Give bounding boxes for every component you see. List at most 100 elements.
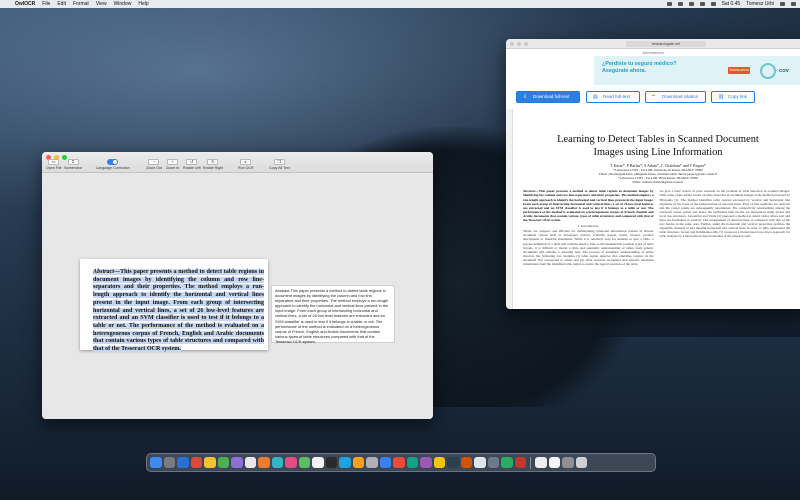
menu-window[interactable]: Window: [114, 1, 132, 7]
link-icon: ⛓: [718, 94, 725, 100]
dock-app-icon[interactable]: [501, 456, 513, 469]
dock-app-icon[interactable]: [535, 456, 547, 469]
copy-all-text-button[interactable]: ❐ Copy All Text: [269, 159, 290, 170]
user-name[interactable]: Tomesz Urbi: [746, 1, 774, 7]
address-bar[interactable]: researchgate.net: [626, 41, 706, 47]
wifi-status-icon[interactable]: [699, 2, 705, 6]
copy-link-button[interactable]: ⛓ Copy link: [711, 91, 755, 103]
paper-columns: Abstract—This paper presents a method to…: [518, 189, 798, 266]
dock-app-icon[interactable]: [244, 456, 256, 469]
zoom-in-button[interactable]: + Zoom In: [166, 159, 179, 170]
paper-title: Learning to Detect Tables in Scanned Doc…: [557, 134, 759, 158]
dock-app-icon[interactable]: [204, 456, 216, 469]
dock-app-icon[interactable]: [339, 456, 351, 469]
zoom-out-button[interactable]: − Zoom Out: [146, 159, 162, 170]
dock-app-icon[interactable]: [258, 456, 270, 469]
dock-app-icon[interactable]: [447, 456, 459, 469]
dock-app-icon[interactable]: [379, 456, 391, 469]
dock-app-icon[interactable]: [474, 456, 486, 469]
owlocr-content: Abstract—This paper presents a method to…: [42, 173, 433, 419]
dock-app-icon[interactable]: [514, 456, 526, 469]
menu-bar: OwlOCR File Edit Format View Window Help…: [0, 0, 800, 8]
dock-app-icon[interactable]: [231, 456, 243, 469]
zoom-out-icon: −: [148, 159, 160, 165]
browser-close-button[interactable]: [510, 41, 514, 46]
ad-headline: ¿Perdiste tu seguro médico? Asegúrate ah…: [602, 61, 677, 74]
rotate-right-button[interactable]: ↻ Rotate Right: [203, 159, 223, 170]
dock-app-icon[interactable]: [150, 456, 162, 469]
dock-app-icon[interactable]: [163, 456, 175, 469]
dock-app-icon[interactable]: [217, 456, 229, 469]
screenshot-button[interactable]: ⌗ Screenshot: [64, 159, 82, 170]
control-center-icon[interactable]: [791, 2, 796, 6]
browser-window: researchgate.net Advertisement ¿Perdiste…: [506, 39, 800, 309]
citation-icon: ❝: [652, 94, 655, 100]
download-icon: ⇩: [523, 94, 528, 100]
menu-view[interactable]: View: [96, 1, 107, 7]
browser-zoom-button[interactable]: [524, 41, 528, 46]
dock-app-icon[interactable]: [393, 456, 405, 469]
document-icon: ▤: [593, 94, 598, 100]
menu-format[interactable]: Format: [73, 1, 89, 7]
download-citation-button[interactable]: ❝ Download citation: [645, 91, 706, 103]
scanned-image-preview[interactable]: Abstract—This paper presents a method to…: [80, 259, 268, 353]
toggle-switch-icon: [107, 159, 119, 165]
download-full-text-button[interactable]: ⇩ Download full-text: [516, 91, 580, 103]
paper-related-work-text: we give a brief review of prior research…: [659, 189, 791, 239]
ocr-result-text[interactable]: Abstract-This paper presents a method to…: [271, 285, 395, 344]
bluetooth-status-icon[interactable]: [688, 2, 694, 6]
owlocr-toolbar: ▭ Open File ⌗ Screenshot Language Correc…: [42, 152, 433, 173]
dropbox-status-icon[interactable]: [677, 2, 683, 6]
read-full-text-button[interactable]: ▤ Read full-text: [586, 91, 640, 103]
menu-file[interactable]: File: [42, 1, 50, 7]
ad-cta-button[interactable]: Solicita ahora: [728, 67, 750, 74]
browser-minimize-button[interactable]: [517, 41, 521, 46]
run-ocr-button[interactable]: ▸ Run OCR: [238, 159, 254, 170]
dock-app-icon[interactable]: [575, 456, 587, 469]
dock-app-icon[interactable]: [487, 456, 499, 469]
zoom-in-icon: +: [167, 159, 179, 165]
paper-intro-text: Tables are compact and efficient for sum…: [523, 229, 654, 266]
paper-affiliation-4: Email: clement.chatelain@insa-rouen.fr: [632, 180, 684, 185]
dock-app-icon[interactable]: [460, 456, 472, 469]
dock: [146, 453, 656, 472]
ad-brand-text: COV: [779, 68, 789, 73]
dock-app-icon[interactable]: [285, 456, 297, 469]
rotate-left-icon: ↺: [186, 159, 198, 165]
open-file-button[interactable]: ▭ Open File: [46, 159, 62, 170]
dock-app-icon[interactable]: [312, 456, 324, 469]
dock-app-icon[interactable]: [271, 456, 283, 469]
dock-app-icon[interactable]: [325, 456, 337, 469]
dock-app-icon[interactable]: [366, 456, 378, 469]
dock-app-icon[interactable]: [548, 456, 560, 469]
menu-edit[interactable]: Edit: [57, 1, 66, 7]
paper-abstract: Abstract—This paper presents a method to…: [523, 189, 654, 223]
language-correction-toggle[interactable]: Language Correction: [96, 159, 130, 170]
dock-app-icon[interactable]: [433, 456, 445, 469]
clock[interactable]: Sat 0.45: [722, 1, 741, 7]
advertisement-banner[interactable]: ¿Perdiste tu seguro médico? Asegúrate ah…: [594, 56, 800, 85]
copy-icon: ❐: [273, 159, 285, 165]
run-icon: ▸: [240, 159, 252, 165]
menu-help[interactable]: Help: [138, 1, 148, 7]
dock-app-icon[interactable]: [352, 456, 364, 469]
dock-app-icon[interactable]: [420, 456, 432, 469]
browser-window-controls: [510, 41, 528, 46]
dock-app-icon[interactable]: [562, 456, 574, 469]
dock-app-icon[interactable]: [406, 456, 418, 469]
pdf-sidebar[interactable]: [506, 109, 513, 309]
dock-app-icon[interactable]: [177, 456, 189, 469]
rotate-left-button[interactable]: ↺ Rotate Left: [183, 159, 201, 170]
rotate-right-icon: ↻: [207, 159, 219, 165]
folder-icon: ▭: [48, 159, 60, 165]
owl-status-icon[interactable]: [666, 2, 672, 6]
battery-status-icon[interactable]: [710, 2, 716, 6]
scanned-text: Abstract—This paper presents a method to…: [93, 269, 264, 353]
dock-app-icon[interactable]: [298, 456, 310, 469]
menu-app-name[interactable]: OwlOCR: [15, 1, 35, 7]
dock-app-icon[interactable]: [190, 456, 202, 469]
dock-separator: [530, 456, 531, 469]
search-status-icon[interactable]: [780, 2, 785, 6]
ad-brand-logo-icon: [760, 63, 776, 79]
browser-titlebar: researchgate.net: [506, 39, 800, 49]
